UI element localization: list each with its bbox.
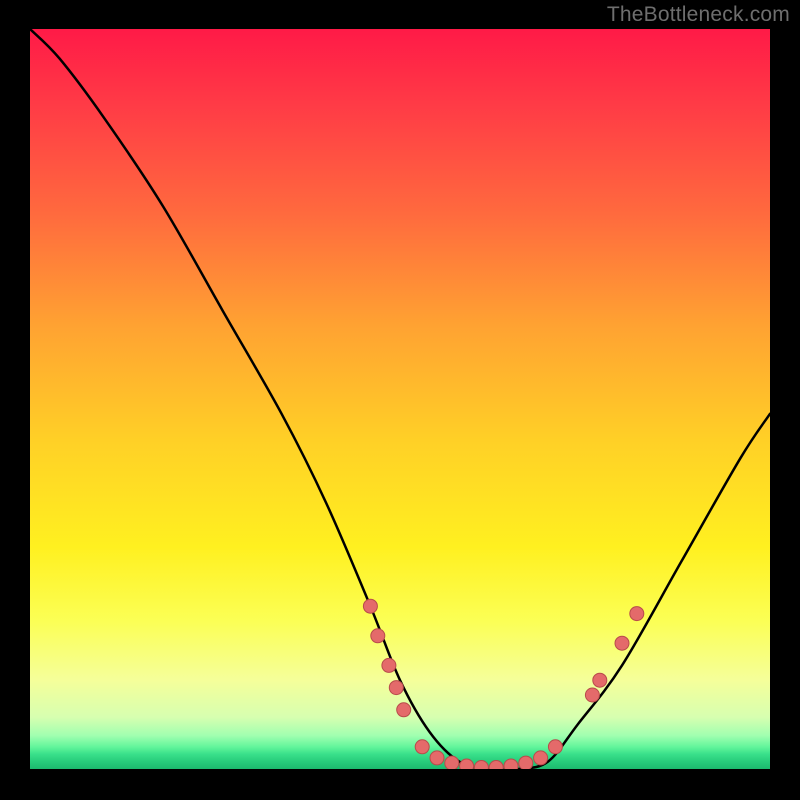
data-point	[474, 761, 488, 770]
plot-area	[30, 29, 770, 769]
data-point	[489, 761, 503, 770]
data-point	[585, 688, 599, 702]
data-point	[593, 673, 607, 687]
data-point	[615, 636, 629, 650]
data-point	[548, 740, 562, 754]
data-point	[371, 629, 385, 643]
data-point	[397, 703, 411, 717]
bottleneck-curve	[30, 29, 770, 769]
data-point	[534, 751, 548, 765]
data-points	[363, 599, 643, 769]
data-point	[415, 740, 429, 754]
data-point	[389, 681, 403, 695]
data-point	[630, 607, 644, 621]
data-point	[519, 756, 533, 769]
data-point	[382, 658, 396, 672]
data-point	[504, 759, 518, 769]
curve-svg	[30, 29, 770, 769]
watermark-text: TheBottleneck.com	[607, 3, 790, 27]
data-point	[363, 599, 377, 613]
data-point	[430, 751, 444, 765]
data-point	[445, 756, 459, 769]
chart-frame: TheBottleneck.com	[0, 0, 800, 800]
data-point	[460, 759, 474, 769]
